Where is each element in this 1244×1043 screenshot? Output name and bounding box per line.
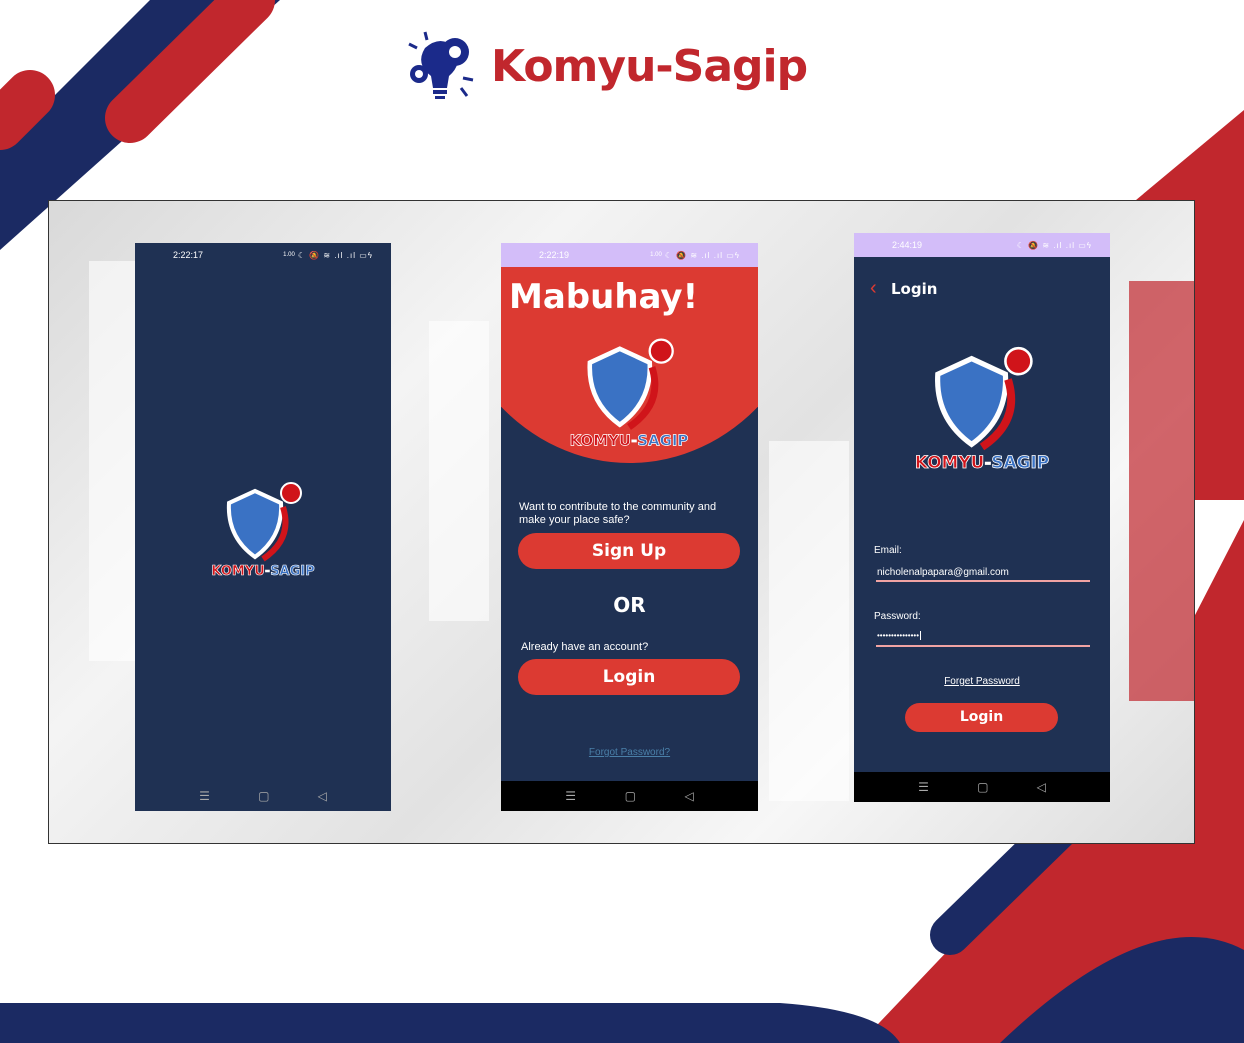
back-icon[interactable]: ◁ — [1037, 780, 1046, 794]
status-bar: 2:22:19 1.00 ☾ 🔕 ≋ .ıl .ıl ▭ϟ — [501, 243, 758, 267]
status-time: 2:44:19 — [892, 240, 923, 250]
back-icon[interactable]: ◁ — [684, 789, 693, 803]
network-speed: 1.00 — [283, 252, 295, 258]
email-field[interactable]: nicholenalpapara@gmail.com — [877, 567, 1009, 578]
svg-text:KOMYU-SAGIP: KOMYU-SAGIP — [570, 431, 689, 449]
svg-text:KOMYU-SAGIP: KOMYU-SAGIP — [915, 452, 1049, 472]
home-icon[interactable]: ▢ — [625, 789, 636, 803]
home-icon[interactable]: ▢ — [258, 789, 269, 803]
network-speed: 1.00 — [650, 252, 662, 258]
account-prompt: Already have an account? — [521, 641, 649, 653]
status-time: 2:22:19 — [539, 250, 570, 260]
status-bar: 2:22:17 1.00 ☾ 🔕 ≋ .ıl .ıl ▭ϟ — [135, 243, 391, 267]
back-icon[interactable]: ◁ — [318, 789, 327, 803]
login-button[interactable]: Login — [518, 659, 740, 695]
status-icons: ☾ 🔕 ≋ .ıl .ıl ▭ϟ — [664, 250, 740, 260]
login-header: Login — [891, 280, 938, 298]
forgot-password-link[interactable]: Forgot Password? — [501, 747, 758, 758]
menu-icon[interactable]: ☰ — [918, 780, 929, 794]
login-screen: 2:44:19 ☾ 🔕 ≋ .ıl .ıl ▭ϟ ‹ Login KOMYU-S… — [854, 233, 1110, 802]
contribute-prompt: Want to contribute to the community and … — [519, 501, 717, 526]
system-nav-bar: ☰ ▢ ◁ — [854, 772, 1110, 802]
or-divider: OR — [613, 593, 646, 617]
email-label: Email: — [874, 545, 902, 556]
password-label: Password: — [874, 611, 921, 622]
password-underline — [876, 645, 1090, 647]
password-field[interactable]: ••••••••••••••• — [877, 631, 922, 640]
welcome-screen: 2:22:19 1.00 ☾ 🔕 ≋ .ıl .ıl ▭ϟ Mabuhay! K… — [501, 243, 758, 811]
splash-screen: 2:22:17 1.00 ☾ 🔕 ≋ .ıl .ıl ▭ϟ KOMYU-SAGI… — [135, 243, 391, 811]
forget-password-link[interactable]: Forget Password — [854, 676, 1110, 687]
app-logo: KOMYU-SAGIP — [569, 338, 689, 450]
status-time: 2:22:17 — [173, 250, 204, 260]
screenshot-frame: 2:22:17 1.00 ☾ 🔕 ≋ .ıl .ıl ▭ϟ KOMYU-SAGI… — [48, 200, 1195, 844]
status-icons: ☾ 🔕 ≋ .ıl .ıl ▭ϟ — [1016, 240, 1092, 250]
lightbulb-gears-icon — [408, 31, 474, 99]
brand-name: Komyu-Sagip — [491, 40, 808, 92]
sign-up-button[interactable]: Sign Up — [518, 533, 740, 569]
status-icons: ☾ 🔕 ≋ .ıl .ıl ▭ϟ — [297, 250, 373, 260]
svg-text:KOMYU-SAGIP: KOMYU-SAGIP — [211, 564, 314, 579]
system-nav-bar: ☰ ▢ ◁ — [135, 781, 391, 811]
system-nav-bar: ☰ ▢ ◁ — [501, 781, 758, 811]
app-logo: KOMYU-SAGIP — [914, 346, 1050, 472]
menu-icon[interactable]: ☰ — [565, 789, 576, 803]
email-underline — [876, 580, 1090, 582]
status-bar: 2:44:19 ☾ 🔕 ≋ .ıl .ıl ▭ϟ — [854, 233, 1110, 257]
back-chevron-icon[interactable]: ‹ — [870, 277, 877, 300]
welcome-title: Mabuhay! — [509, 277, 699, 317]
brand-header: Komyu-Sagip — [405, 30, 808, 102]
login-button[interactable]: Login — [905, 703, 1058, 732]
menu-icon[interactable]: ☰ — [199, 789, 210, 803]
app-logo: KOMYU-SAGIP — [211, 482, 315, 579]
home-icon[interactable]: ▢ — [977, 780, 988, 794]
